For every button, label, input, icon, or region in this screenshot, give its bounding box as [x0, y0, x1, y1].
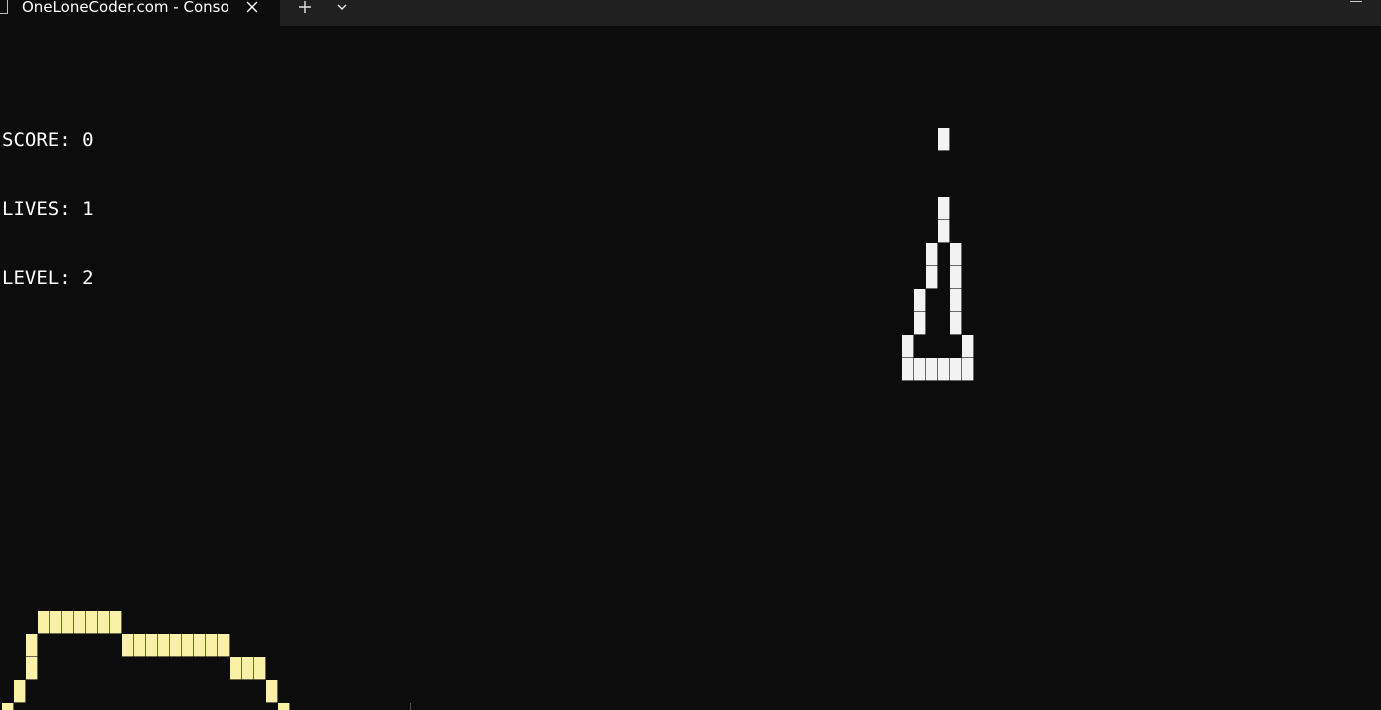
level-text: LEVEL: 2 [2, 267, 94, 289]
tab-title: OneLoneCoder.com - Console [22, 0, 228, 16]
score-text: SCORE: 0 [2, 129, 94, 151]
chevron-down-icon[interactable] [332, 0, 352, 16]
lives-text: LIVES: 1 [2, 198, 94, 220]
title-bar: OneLoneCoder.com - Console [0, 0, 1381, 26]
terminal-icon [0, 0, 8, 14]
hud: SCORE: 0 LIVES: 1 LEVEL: 2 [2, 83, 94, 336]
plus-icon[interactable] [295, 0, 315, 16]
console-area: SCORE: 0 LIVES: 1 LEVEL: 2 [0, 26, 1381, 710]
console-cursor [410, 703, 411, 710]
minimize-icon[interactable] [1350, 0, 1362, 3]
tab-console[interactable]: OneLoneCoder.com - Console [0, 0, 280, 26]
close-icon[interactable] [243, 0, 261, 16]
